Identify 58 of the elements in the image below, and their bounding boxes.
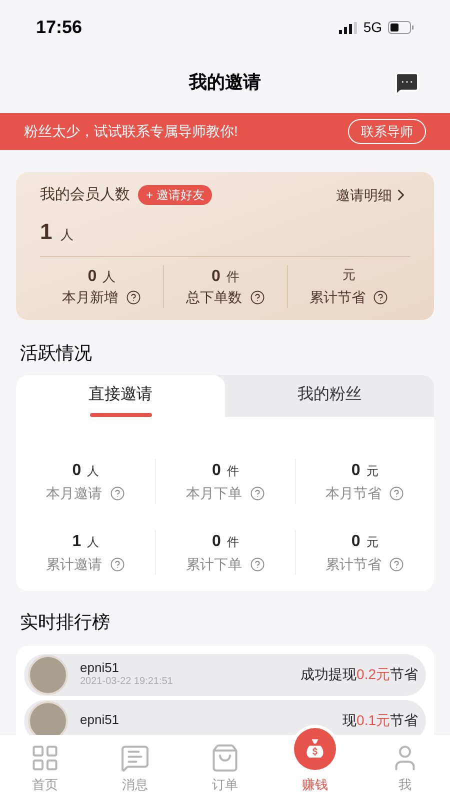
stat-unit: 件 bbox=[226, 462, 239, 480]
stat-label: 本月下单 bbox=[186, 484, 242, 502]
invite-details-link[interactable]: 邀请明细 bbox=[336, 184, 392, 206]
stat-value: 0 bbox=[72, 460, 82, 480]
stat-label: 本月邀请 bbox=[46, 484, 102, 502]
member-count-title: 我的会员人数 bbox=[40, 185, 130, 205]
network-label: 5G bbox=[363, 18, 382, 37]
section-title: 活跃情况 bbox=[19, 342, 93, 364]
avatar-placeholder bbox=[28, 654, 68, 694]
stat-unit: 元 bbox=[366, 534, 378, 550]
page-title: 我的邀请 bbox=[189, 71, 261, 94]
battery-icon bbox=[388, 21, 414, 34]
user-name: epni51 bbox=[80, 660, 120, 676]
stat-value: 0 bbox=[212, 460, 221, 480]
signal-icon bbox=[339, 22, 358, 34]
stat-label: 累计节省 bbox=[309, 288, 366, 306]
stat-value: 0 bbox=[351, 460, 360, 480]
stat-unit: 人 bbox=[102, 268, 116, 286]
stat-unit: 人 bbox=[87, 534, 100, 550]
stat-label: 本月新增 bbox=[62, 288, 118, 306]
stat-label: 累计下单 bbox=[186, 554, 242, 574]
stat-unit: 元 bbox=[366, 462, 378, 480]
stat-label: 总下单数 bbox=[186, 288, 242, 306]
invite-friends-button[interactable]: + 邀请好友 bbox=[138, 185, 212, 206]
chat-icon[interactable] bbox=[394, 70, 420, 96]
stat-value: 0 bbox=[212, 532, 221, 552]
help-icon[interactable] bbox=[250, 290, 265, 304]
user-name: epni51 bbox=[80, 712, 120, 729]
stat-label: 累计邀请 bbox=[46, 554, 102, 574]
tab[interactable]: 我的粉丝 bbox=[225, 374, 434, 416]
banner-text: 粉丝太少，试试联系专属导师教你! bbox=[24, 122, 238, 141]
help-icon[interactable] bbox=[373, 290, 388, 304]
reward-text: 成功提现0.2元节省 bbox=[300, 665, 418, 684]
shopping-bag-icon bbox=[210, 742, 240, 772]
member-count: 1 bbox=[40, 218, 52, 246]
tab[interactable]: 直接邀请 bbox=[16, 374, 225, 416]
status-time: 17:56 bbox=[36, 16, 82, 39]
stat-value: 0 bbox=[351, 532, 360, 552]
member-count-unit: 人 bbox=[60, 226, 74, 244]
tab-bar-item[interactable]: 首页 bbox=[0, 735, 90, 800]
help-icon[interactable] bbox=[126, 290, 142, 304]
reward-text: 现0.1元节省 bbox=[342, 711, 418, 730]
timestamp: 2021-03-22 19:21:51 bbox=[80, 676, 173, 689]
stat-unit: 元 bbox=[342, 266, 356, 284]
tab-bar-item[interactable]: 消息 bbox=[90, 735, 180, 800]
stat-unit: 件 bbox=[226, 534, 239, 550]
stat-label: 累计节省 bbox=[325, 554, 382, 574]
stat-label: 本月节省 bbox=[325, 484, 382, 502]
contact-button[interactable]: 联系导师 bbox=[348, 119, 426, 144]
section-title: 实时排行榜 bbox=[19, 610, 111, 634]
tab-bar-item[interactable]: 订单 bbox=[180, 735, 270, 800]
avatar-placeholder bbox=[28, 700, 68, 735]
stat-value: 0 bbox=[212, 266, 220, 286]
stat-value: 0 bbox=[88, 266, 97, 286]
tab-bar-item[interactable]: 我 bbox=[360, 735, 450, 800]
stat-value: 1 bbox=[72, 532, 82, 552]
stat-unit: 件 bbox=[226, 268, 240, 286]
stat-unit: 人 bbox=[87, 462, 100, 480]
